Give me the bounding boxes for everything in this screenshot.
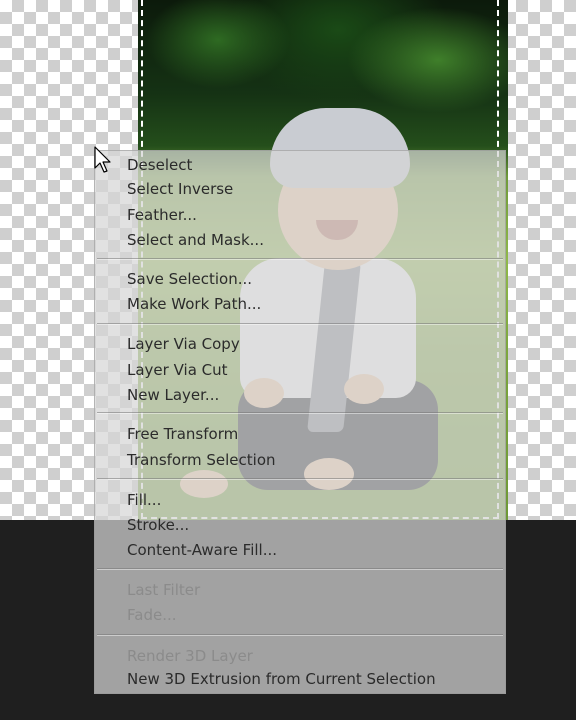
menu-separator: [97, 412, 503, 414]
arrow-cursor-icon: [94, 146, 111, 173]
menu-item-fill[interactable]: Fill...: [127, 488, 161, 512]
menu-separator: [97, 258, 503, 260]
menu-separator: [97, 478, 503, 480]
menu-item-transform-selection[interactable]: Transform Selection: [127, 448, 276, 472]
menu-separator: [97, 323, 503, 325]
menu-item-content-aware-fill[interactable]: Content-Aware Fill...: [127, 538, 277, 562]
menu-item-fade: Fade...: [127, 606, 177, 624]
menu-item-layer-via-cut[interactable]: Layer Via Cut: [127, 358, 228, 382]
context-menu: Deselect Select Inverse Feather... Select a…: [94, 150, 506, 694]
menu-item-render-3d-layer: Render 3D Layer: [127, 647, 253, 665]
menu-item-feather[interactable]: Feather...: [127, 203, 197, 227]
menu-item-deselect[interactable]: Deselect: [127, 153, 192, 177]
menu-item-save-selection[interactable]: Save Selection...: [127, 267, 252, 291]
menu-item-select-inverse[interactable]: Select Inverse: [127, 177, 233, 201]
menu-item-make-work-path[interactable]: Make Work Path...: [127, 292, 261, 316]
menu-item-new-3d-extrusion-from-current-selection[interactable]: New 3D Extrusion from Current Selection: [127, 667, 436, 691]
menu-item-layer-via-copy[interactable]: Layer Via Copy: [127, 332, 240, 356]
menu-item-select-and-mask[interactable]: Select and Mask...: [127, 228, 264, 252]
menu-separator: [97, 568, 503, 570]
menu-item-last-filter: Last Filter: [127, 581, 201, 599]
menu-item-free-transform[interactable]: Free Transform: [127, 422, 238, 446]
menu-separator: [97, 634, 503, 636]
menu-item-stroke[interactable]: Stroke...: [127, 513, 189, 537]
menu-item-new-layer[interactable]: New Layer...: [127, 383, 219, 407]
document-canvas[interactable]: Deselect Select Inverse Feather... Select a…: [0, 0, 576, 720]
